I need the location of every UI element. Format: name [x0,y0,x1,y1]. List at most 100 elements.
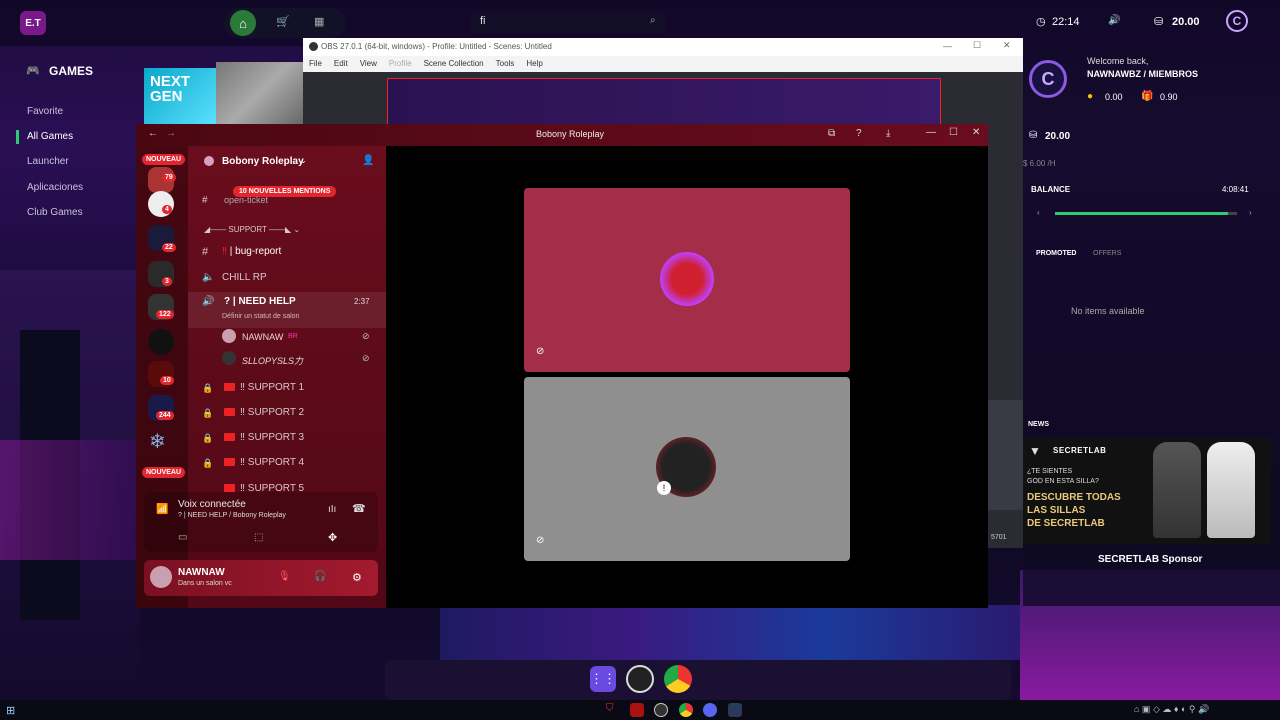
nav-item-launcher[interactable]: Launcher [27,156,69,167]
activities-icon[interactable]: ✥ [328,531,337,544]
channel-bug-report[interactable]: ‼ | bug-report [222,246,281,257]
voice-user-name[interactable]: NAWNAW [242,332,283,342]
user-name[interactable]: NAWNAW [178,567,225,578]
discord-taskbar-icon[interactable] [703,703,717,717]
minimize-icon[interactable]: — [943,41,952,51]
noise-suppression-icon[interactable]: ıIı [328,504,336,515]
channel-support-1[interactable]: ‼ SUPPORT 1 [224,382,304,393]
channel-support-5[interactable]: ‼ SUPPORT 5 [224,483,304,492]
tab-promoted[interactable]: PROMOTED [1036,250,1076,257]
server-icon[interactable] [148,329,174,355]
windows-start-icon[interactable]: ⊞ [6,704,15,717]
menu-scene-collection[interactable]: Scene Collection [424,59,484,72]
mic-muted-icon[interactable]: 🎙 [278,571,291,582]
menu-tools[interactable]: Tools [496,59,515,72]
launcher-right-panel: C Welcome back, NAWNAWBZ / MIEMBROS ● 0.… [1023,46,1280,606]
camera-off-icon[interactable]: ▭ [178,532,187,543]
channel-label: ‼ SUPPORT 2 [240,407,305,418]
chrome-taskbar-icon[interactable] [679,703,693,717]
voice-channel-path[interactable]: ? | NEED HELP / Bobony Roleplay [178,512,286,519]
status-icon: ! [657,481,671,495]
steam-taskbar-icon[interactable] [728,703,742,717]
search-input[interactable]: fi [470,11,666,33]
user-avatar[interactable] [222,329,236,343]
video-tile-other[interactable]: ! ⊘ [524,377,850,561]
apps-grid-icon[interactable]: ⋮⋮ [590,666,616,692]
chevron-left-icon[interactable]: ‹ [1037,208,1040,217]
maximize-icon[interactable]: ☐ [949,127,958,138]
empty-state-text: No items available [1071,306,1145,316]
cart-icon[interactable]: 🛒 [276,15,290,28]
video-tile-self[interactable]: ⊘ [524,188,850,372]
minimize-icon[interactable]: — [926,127,936,138]
volume-icon[interactable]: 🔊 [1108,15,1120,26]
voice-status[interactable]: Voix connectée [178,499,246,510]
nav-item-club-games[interactable]: Club Games [27,207,83,218]
obs-taskbar-icon[interactable] [654,703,668,717]
forward-arrow-icon[interactable]: → [166,128,176,139]
shield-app-icon[interactable]: ⛉ [606,703,620,717]
settings-gear-icon[interactable]: ⚙ [352,571,362,584]
secretlab-ad[interactable]: SECRETLAB ▼ ¿TE SIENTES GOD EN ESTA SILL… [1023,438,1271,544]
coins-text: 20.00 [1172,16,1200,28]
maximize-icon[interactable]: ☐ [973,40,981,51]
channel-support-4[interactable]: ‼ SUPPORT 4 [224,457,304,468]
next-gen-banner[interactable]: NEXT GEN [144,68,216,124]
close-icon[interactable]: ✕ [1003,40,1011,51]
headphones-icon[interactable]: 🎧 [314,571,326,582]
mention-badge: 22 [162,243,176,252]
app-icon-m[interactable] [630,703,644,717]
system-tray-icons[interactable]: ⌂ ▣ ◇ ☁ ♦ ◐ ⚲ 🔊 [1134,704,1209,715]
channel-support-3[interactable]: ‼ SUPPORT 3 [224,432,304,443]
hash-icon: # [202,195,208,206]
menu-file[interactable]: File [309,59,322,72]
help-icon[interactable]: ? [856,128,862,139]
ad-cta-3: DE SECRETLAB [1027,518,1105,529]
menu-edit[interactable]: Edit [334,59,348,72]
nav-item-aplicaciones[interactable]: Aplicaciones [27,182,83,193]
home-icon[interactable]: ⌂ [230,10,256,36]
screen-share-icon[interactable]: ⬚ [254,532,263,543]
profile-avatar[interactable]: C [1226,10,1248,32]
add-member-icon[interactable]: 👤 [362,155,374,166]
user-avatar[interactable] [150,566,172,588]
voice-user-name[interactable]: SLLOPYSLS力 [242,354,303,367]
channel-status-hint[interactable]: Définir un statut de salon [222,313,299,320]
tab-offers[interactable]: OFFERS [1093,250,1121,257]
channel-chill-rp[interactable]: CHILL RP [222,272,267,283]
category-support[interactable]: ◢—— SUPPORT ——◣ ⌄ [204,225,300,234]
download-icon[interactable]: ⤓ [886,128,890,139]
mic-muted-icon: ⊘ [536,535,545,546]
calendar-icon[interactable]: ▦ [314,15,324,28]
inbox-icon[interactable]: ⧉ [828,128,835,139]
game-thumbnail[interactable] [216,62,304,124]
menu-view[interactable]: View [360,59,377,72]
disconnect-icon[interactable]: ☎ [352,502,366,515]
back-arrow-icon[interactable]: ← [148,128,158,139]
nav-item-all-games[interactable]: All Games [27,131,73,142]
obs-titlebar: OBS 27.0.1 (64-bit, windows) - Profile: … [303,38,1023,56]
close-icon[interactable]: ✕ [972,127,980,138]
ad-cta-1: DESCUBRE TODAS [1027,492,1121,503]
launcher-logo[interactable]: E.T [20,11,46,35]
ad-question-2: GOD EN ESTA SILLA? [1027,478,1099,485]
nav-item-favorite[interactable]: Favorite [27,106,63,117]
channel-need-help[interactable]: ? | NEED HELP [224,296,296,307]
ad-question-1: ¿TE SIENTES [1027,468,1073,475]
channel-open-ticket[interactable]: open-ticket [224,195,268,205]
coin-stack-icon: ● [1087,91,1094,102]
server-name[interactable]: Bobony Roleplay [222,156,304,167]
menu-profile[interactable]: Profile [389,59,412,72]
channel-support-2[interactable]: ‼ SUPPORT 2 [224,407,304,418]
obs-app-icon[interactable] [626,665,654,693]
chrome-app-icon[interactable] [664,665,692,693]
balance-time: 4:08:41 [1222,185,1249,194]
chevron-down-icon[interactable]: ⌄ [300,156,307,165]
menu-help[interactable]: Help [526,59,542,72]
lock-icon: 🔒 [202,408,214,418]
profile-avatar[interactable]: C [1029,60,1067,98]
snowflake-server-icon[interactable]: ❄ [149,429,166,454]
stat-gifts: 0.90 [1160,92,1178,102]
user-avatar[interactable] [222,351,236,365]
chevron-right-icon[interactable]: › [1249,208,1252,217]
